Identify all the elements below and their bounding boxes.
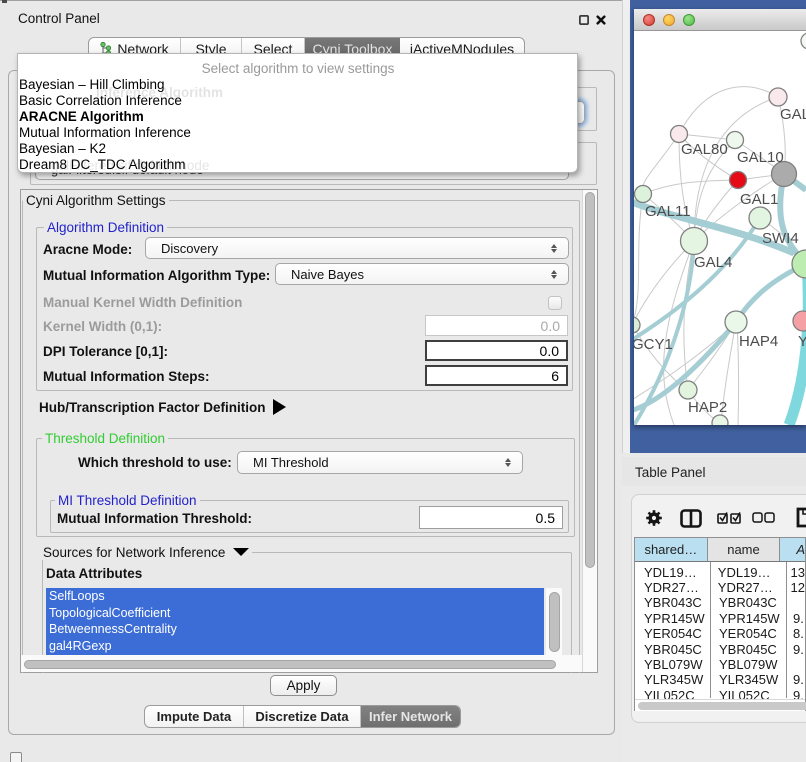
svg-text:GAL80: GAL80	[681, 141, 728, 158]
svg-text:GAL: GAL	[780, 106, 806, 123]
svg-text:Y: Y	[798, 333, 806, 350]
svg-text:GAL4: GAL4	[694, 254, 732, 271]
svg-text:HAP4: HAP4	[739, 333, 778, 350]
svg-text:GAL1: GAL1	[740, 191, 778, 208]
svg-text:SWI4: SWI4	[762, 230, 799, 247]
svg-text:HAP2: HAP2	[688, 399, 727, 416]
svg-text:GCY1: GCY1	[634, 336, 673, 353]
svg-text:GAL10: GAL10	[737, 149, 784, 166]
svg-text:GAL11: GAL11	[645, 203, 691, 220]
